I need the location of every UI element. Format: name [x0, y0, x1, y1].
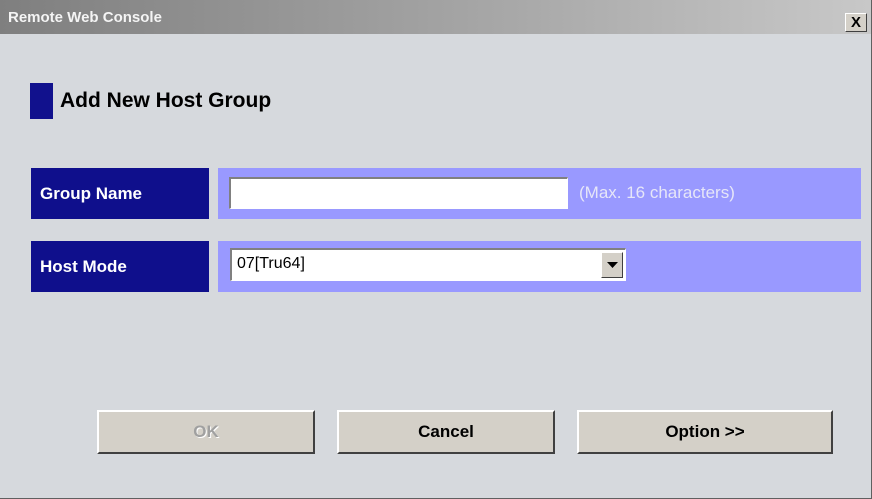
- group-name-label: Group Name: [31, 168, 209, 219]
- chevron-down-icon: [607, 262, 618, 268]
- title-bar[interactable]: Remote Web Console X: [0, 0, 871, 34]
- page-heading: Add New Host Group: [30, 83, 271, 119]
- heading-marker: [30, 83, 53, 119]
- dialog-window: Remote Web Console X Add New Host Group …: [0, 0, 872, 499]
- option-button[interactable]: Option >>: [577, 410, 833, 454]
- close-button[interactable]: X: [845, 13, 867, 32]
- host-mode-select[interactable]: 07[Tru64]: [230, 248, 626, 281]
- cancel-button[interactable]: Cancel: [337, 410, 555, 454]
- close-icon: X: [850, 14, 861, 31]
- group-name-hint: (Max. 16 characters): [579, 183, 735, 202]
- host-mode-field-area: 07[Tru64]: [218, 241, 861, 292]
- host-mode-selected-value: 07[Tru64]: [237, 255, 305, 272]
- window-title: Remote Web Console: [8, 9, 162, 26]
- dropdown-button[interactable]: [601, 252, 623, 278]
- ok-button[interactable]: OK: [97, 410, 315, 454]
- group-name-input[interactable]: [229, 177, 568, 209]
- group-name-field-area: (Max. 16 characters): [218, 168, 861, 219]
- host-mode-label: Host Mode: [31, 241, 209, 292]
- page-title: Add New Host Group: [60, 89, 272, 112]
